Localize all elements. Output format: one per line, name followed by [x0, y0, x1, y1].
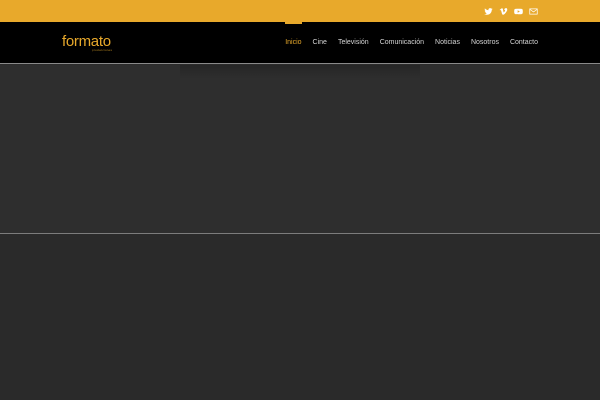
social-links [484, 0, 538, 22]
nav-item-comunicacion[interactable]: Comunicación [380, 22, 424, 64]
vimeo-icon[interactable] [499, 7, 508, 16]
nav-item-noticias[interactable]: Noticias [435, 22, 460, 64]
nav-item-television[interactable]: Televisión [338, 22, 369, 64]
twitter-icon[interactable] [484, 7, 493, 16]
logo-subtitle: producciones [92, 48, 113, 52]
youtube-icon[interactable] [514, 7, 523, 16]
main-nav: Inicio Cine Televisión Comunicación Noti… [285, 22, 538, 64]
nav-item-contacto[interactable]: Contacto [510, 22, 538, 64]
site-logo[interactable]: formato producciones [62, 33, 113, 54]
nav-item-cine[interactable]: Cine [313, 22, 327, 64]
content-section [0, 234, 600, 400]
logo-text: formato [62, 33, 111, 50]
site-header: formato producciones Inicio Cine Televis… [0, 22, 600, 64]
nav-item-nosotros[interactable]: Nosotros [471, 22, 499, 64]
top-bar [0, 0, 600, 22]
email-icon[interactable] [529, 7, 538, 16]
hero-section [0, 65, 600, 233]
nav-item-inicio[interactable]: Inicio [285, 22, 302, 64]
hero-shadow [180, 65, 420, 79]
